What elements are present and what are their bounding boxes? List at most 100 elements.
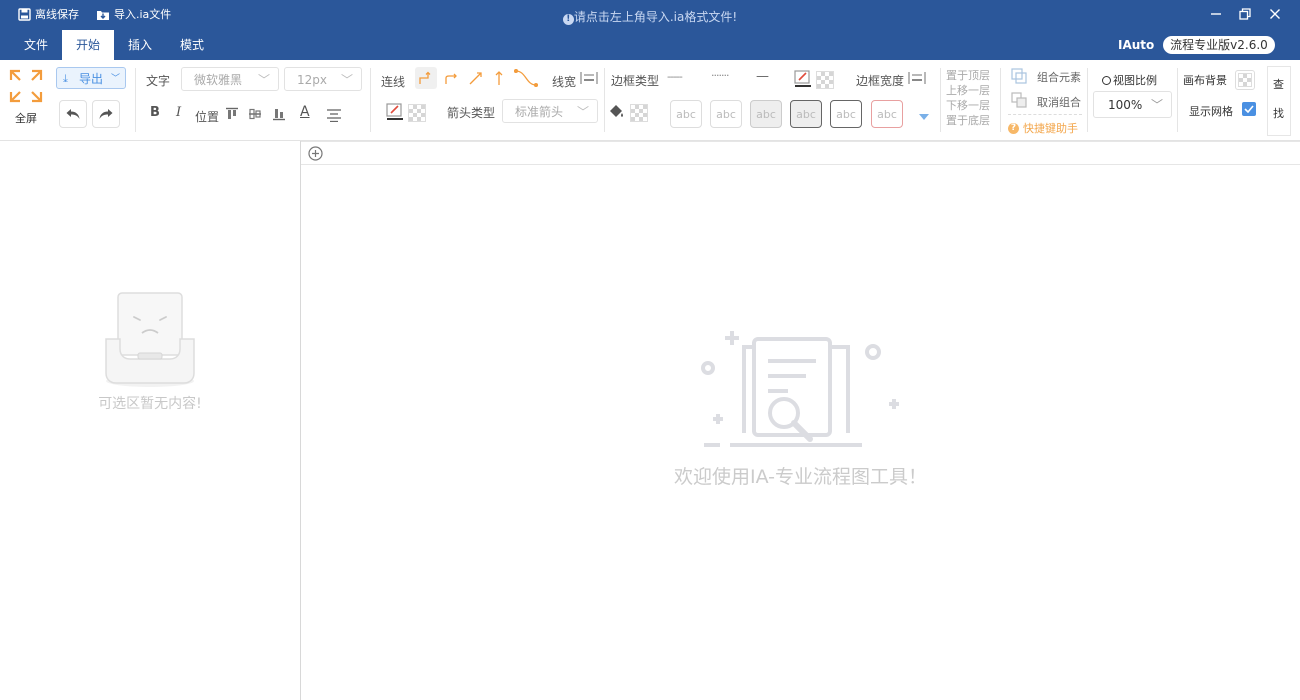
position-button[interactable]: 位置 <box>195 108 219 125</box>
ungroup-button[interactable]: 取消组合 <box>1037 94 1081 110</box>
border-width-button[interactable] <box>907 69 927 87</box>
align-bottom-button[interactable] <box>271 106 287 122</box>
text-align-center-icon <box>327 109 341 122</box>
transparent-swatch-icon <box>408 104 426 122</box>
style-more-button[interactable] <box>916 110 932 124</box>
minimize-icon <box>1211 13 1221 15</box>
canvas-bg-label: 画布背景 <box>1183 74 1227 87</box>
document-search-illustration <box>701 331 899 447</box>
tab-file[interactable]: 文件 <box>12 30 60 60</box>
style-preset-2[interactable]: abc <box>710 100 742 128</box>
connector-vertical-button[interactable] <box>490 67 508 89</box>
fullscreen-label: 全屏 <box>15 112 37 125</box>
shortcut-help-label: 快捷键助手 <box>1023 122 1078 135</box>
connector-bezier-button[interactable] <box>513 67 539 89</box>
question-icon: ? <box>1008 122 1019 134</box>
save-offline-label: 离线保存 <box>35 8 79 21</box>
separator <box>370 68 371 132</box>
download-icon: ⤓ <box>63 72 68 85</box>
separator <box>135 68 136 132</box>
bold-button[interactable]: B <box>150 105 160 120</box>
text-color-button[interactable]: A <box>300 104 310 120</box>
show-grid-checkbox[interactable] <box>1242 102 1256 116</box>
undo-button[interactable] <box>59 100 87 128</box>
import-hint-text: 请点击左上角导入.ia格式文件! <box>573 10 738 24</box>
fill-color-button[interactable] <box>606 102 626 122</box>
menu-bar: 文件 开始 插入 模式 IAuto <box>0 30 1300 60</box>
group-button[interactable]: 组合元素 <box>1037 69 1081 85</box>
ungroup-icon-button[interactable] <box>1010 91 1028 109</box>
canvas-area[interactable]: 欢迎使用IA-专业流程图工具！ <box>301 141 1300 700</box>
line-width-button[interactable] <box>579 69 599 87</box>
italic-button[interactable]: I <box>176 105 181 120</box>
style-preset-5[interactable]: abc <box>830 100 862 128</box>
import-ia-button[interactable]: 导入.ia文件 <box>96 6 171 22</box>
arrow-type-label: 箭头类型 <box>447 106 496 120</box>
send-to-back-button[interactable]: 置于底层 <box>946 112 990 128</box>
transparent-swatch-icon <box>816 71 834 89</box>
send-backward-button[interactable]: 下移一层 <box>946 97 990 113</box>
chevron-down-icon: ﹀ <box>340 73 353 87</box>
tab-mode[interactable]: 模式 <box>166 30 218 60</box>
group-icon <box>1011 68 1027 84</box>
ungroup-icon <box>1011 92 1027 108</box>
fullscreen-button[interactable] <box>8 68 44 104</box>
line-color-swatch[interactable] <box>408 104 426 122</box>
redo-button[interactable] <box>92 100 120 128</box>
close-window-button[interactable] <box>1265 4 1285 24</box>
font-size-select[interactable]: 12px ﹀ <box>284 67 362 91</box>
separator <box>1177 68 1178 132</box>
empty-box-icon <box>105 292 195 387</box>
connector-curve-button[interactable] <box>442 67 462 89</box>
text-align-button[interactable] <box>325 106 343 124</box>
transparent-swatch-icon <box>1238 73 1252 87</box>
border-dot-button[interactable]: ······· <box>711 69 730 82</box>
arrow-type-select[interactable]: 标准箭头 ﹀ <box>502 99 598 123</box>
title-bar: 离线保存 导入.ia文件 ! 请点击左上角导入.ia格式文件! <box>0 0 1300 30</box>
shortcut-help-button[interactable]: ? 快捷键助手 <box>1008 120 1078 136</box>
connector-orthogonal-button[interactable] <box>415 67 437 89</box>
font-family-select[interactable]: 微软雅黑 ﹀ <box>181 67 279 91</box>
separator <box>1008 114 1082 115</box>
empty-shapes-text: 可选区暂无内容! <box>98 396 202 412</box>
style-preset-1[interactable]: abc <box>670 100 702 128</box>
align-middle-button[interactable] <box>247 106 263 122</box>
pen-color-icon <box>386 103 403 120</box>
border-color-swatch[interactable] <box>816 71 834 89</box>
restore-button[interactable] <box>1235 4 1255 24</box>
border-dash-button[interactable]: ----- <box>667 70 683 83</box>
canvas-bg-button[interactable] <box>1235 70 1255 90</box>
triangle-down-icon <box>919 114 929 120</box>
group-icon-button[interactable] <box>1010 67 1028 85</box>
view-ratio-value: 100% <box>1108 98 1143 112</box>
separator <box>1087 68 1088 132</box>
fill-color-swatch[interactable] <box>630 104 648 122</box>
search-panel-tab[interactable]: 查 找 <box>1267 66 1291 136</box>
tab-insert[interactable]: 插入 <box>116 30 164 60</box>
style-preset-6[interactable]: abc <box>871 100 903 128</box>
line-width-icon <box>908 72 926 84</box>
welcome-text: 欢迎使用IA-专业流程图工具！ <box>673 466 928 488</box>
border-width-label: 边框宽度 <box>856 74 905 88</box>
export-button[interactable]: ⤓ 导出 ﹀ <box>56 67 126 89</box>
view-ratio-header: 视图比例 <box>1102 72 1157 88</box>
bring-to-front-button[interactable]: 置于顶层 <box>946 67 990 83</box>
align-top-button[interactable] <box>224 106 240 122</box>
style-preset-4[interactable]: abc <box>790 100 822 128</box>
add-page-button[interactable] <box>307 145 323 161</box>
style-preset-3[interactable]: abc <box>750 100 782 128</box>
bring-forward-button[interactable]: 上移一层 <box>946 82 990 98</box>
save-icon <box>18 7 31 21</box>
connector-straight-button[interactable] <box>466 67 486 89</box>
border-color-button[interactable] <box>793 69 813 89</box>
tab-start[interactable]: 开始 <box>62 30 114 60</box>
fullscreen-icon <box>9 69 43 103</box>
line-width-icon <box>580 72 598 84</box>
minimize-button[interactable] <box>1206 4 1226 24</box>
version-badge[interactable]: 流程专业版v2.6.0 <box>1163 36 1275 54</box>
view-ratio-select[interactable]: 100% ﹀ <box>1093 91 1172 118</box>
save-offline-button[interactable]: 离线保存 <box>18 6 79 22</box>
line-color-button[interactable] <box>385 102 405 122</box>
border-solid-button[interactable]: — <box>756 69 769 84</box>
ribbon-toolbar: 全屏 ⤓ 导出 ﹀ 文字 微软雅黑 ﹀ 12px ﹀ B I 位置 A 连线 线… <box>0 60 1300 141</box>
